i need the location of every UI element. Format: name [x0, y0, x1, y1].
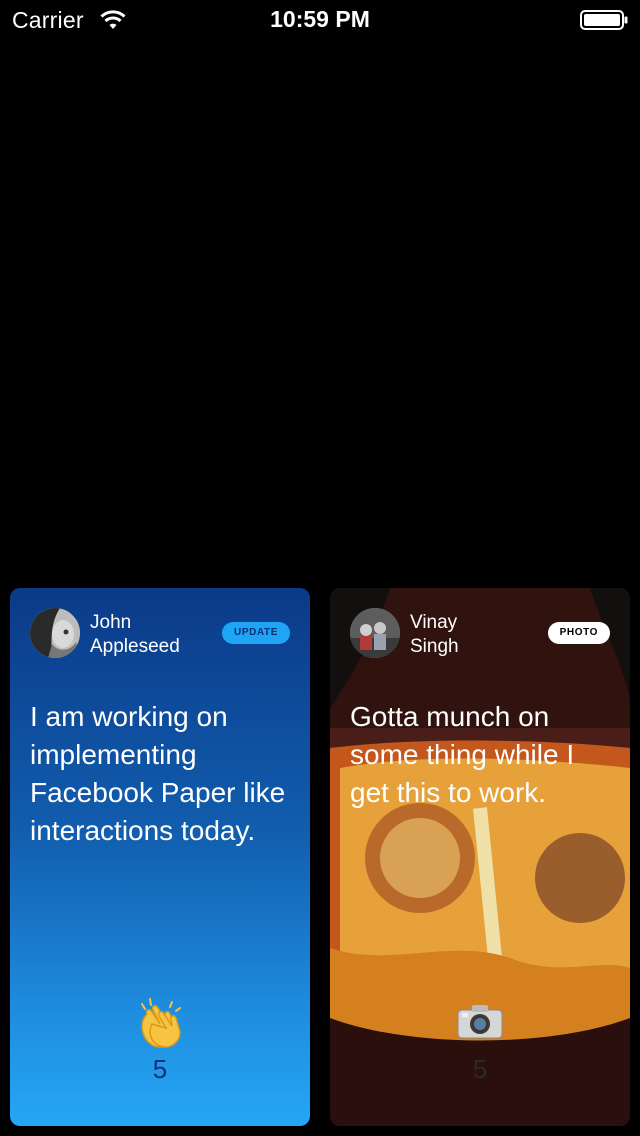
author-first-name: Vinay — [410, 612, 458, 633]
post-text: I am working on implementing Facebook Pa… — [30, 701, 286, 846]
author-last-name: Appleseed — [90, 636, 180, 657]
snack-photo — [330, 588, 630, 1126]
avatar[interactable] — [30, 608, 80, 658]
photo-badge: PHOTO — [547, 622, 610, 644]
clapping-hands-icon[interactable] — [10, 996, 310, 1057]
post-card-john[interactable]: John Appleseed UPDATE I am working on im… — [10, 588, 310, 1126]
avatar[interactable] — [350, 608, 400, 658]
battery-icon — [580, 10, 628, 30]
author-name[interactable]: John Appleseed — [90, 611, 180, 659]
author-name[interactable]: Vinay Singh — [410, 611, 459, 659]
update-badge: UPDATE — [222, 622, 290, 644]
post-card-vinay[interactable]: Vinay Singh PHOTO Gotta munch on some th… — [330, 588, 630, 1126]
author-last-name: Singh — [410, 636, 459, 657]
status-bar: Carrier 10:59 PM — [0, 0, 640, 40]
clock: 10:59 PM — [270, 6, 370, 32]
post-text: Gotta munch on some thing while I get th… — [350, 701, 575, 808]
reaction-count: 5 — [152, 1054, 168, 1084]
reaction-count: 5 — [472, 1054, 488, 1084]
camera-icon[interactable] — [330, 996, 630, 1045]
author-first-name: John — [90, 612, 132, 633]
